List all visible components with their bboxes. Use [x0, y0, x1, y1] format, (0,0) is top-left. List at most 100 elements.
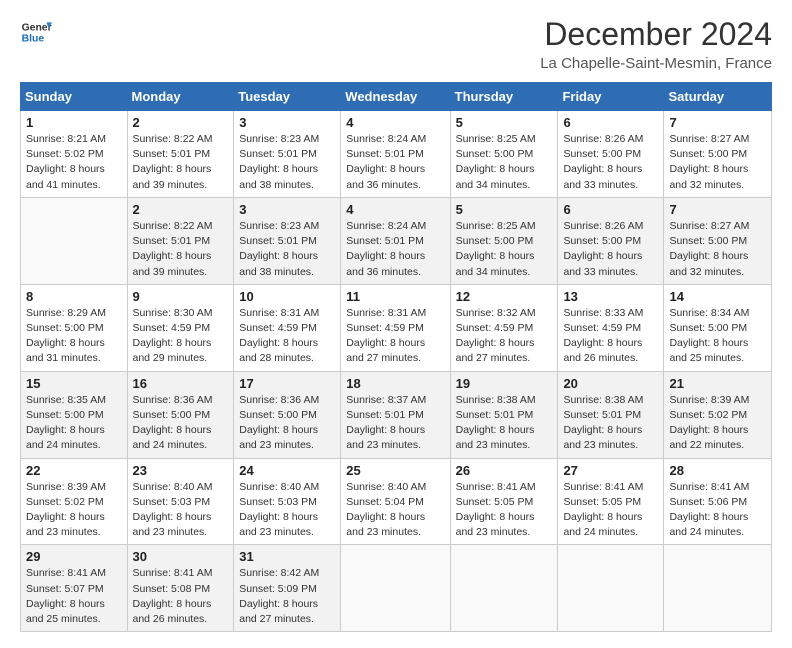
calendar-cell: 5 Sunrise: 8:25 AMSunset: 5:00 PMDayligh… — [450, 111, 558, 198]
calendar-cell — [450, 545, 558, 632]
day-info: Sunrise: 8:36 AMSunset: 5:00 PMDaylight:… — [239, 393, 335, 454]
day-number: 1 — [26, 115, 122, 130]
day-info: Sunrise: 8:22 AMSunset: 5:01 PMDaylight:… — [133, 219, 229, 280]
calendar-cell: 31 Sunrise: 8:42 AMSunset: 5:09 PMDaylig… — [234, 545, 341, 632]
calendar-cell: 13 Sunrise: 8:33 AMSunset: 4:59 PMDaylig… — [558, 284, 664, 371]
calendar-cell: 29 Sunrise: 8:41 AMSunset: 5:07 PMDaylig… — [21, 545, 128, 632]
day-info: Sunrise: 8:23 AMSunset: 5:01 PMDaylight:… — [239, 219, 335, 280]
day-number: 18 — [346, 376, 444, 391]
calendar-cell — [341, 545, 450, 632]
day-info: Sunrise: 8:41 AMSunset: 5:07 PMDaylight:… — [26, 566, 122, 627]
day-info: Sunrise: 8:35 AMSunset: 5:00 PMDaylight:… — [26, 393, 122, 454]
day-number: 12 — [456, 289, 553, 304]
day-info: Sunrise: 8:30 AMSunset: 4:59 PMDaylight:… — [133, 306, 229, 367]
day-info: Sunrise: 8:41 AMSunset: 5:06 PMDaylight:… — [669, 480, 766, 541]
calendar-cell — [558, 545, 664, 632]
calendar-cell: 3 Sunrise: 8:23 AMSunset: 5:01 PMDayligh… — [234, 111, 341, 198]
calendar-cell: 1 Sunrise: 8:21 AMSunset: 5:02 PMDayligh… — [21, 111, 128, 198]
day-info: Sunrise: 8:26 AMSunset: 5:00 PMDaylight:… — [563, 219, 658, 280]
day-number: 11 — [346, 289, 444, 304]
calendar-cell: 14 Sunrise: 8:34 AMSunset: 5:00 PMDaylig… — [664, 284, 772, 371]
logo: General Blue — [20, 16, 52, 48]
day-info: Sunrise: 8:27 AMSunset: 5:00 PMDaylight:… — [669, 219, 766, 280]
calendar-cell: 30 Sunrise: 8:41 AMSunset: 5:08 PMDaylig… — [127, 545, 234, 632]
calendar-cell: 20 Sunrise: 8:38 AMSunset: 5:01 PMDaylig… — [558, 371, 664, 458]
day-number: 7 — [669, 202, 766, 217]
title-block: December 2024 La Chapelle-Saint-Mesmin, … — [540, 16, 772, 72]
calendar-cell: 22 Sunrise: 8:39 AMSunset: 5:02 PMDaylig… — [21, 458, 128, 545]
header-sunday: Sunday — [21, 83, 128, 111]
day-info: Sunrise: 8:37 AMSunset: 5:01 PMDaylight:… — [346, 393, 444, 454]
day-info: Sunrise: 8:27 AMSunset: 5:00 PMDaylight:… — [669, 132, 766, 193]
weekday-header-row: Sunday Monday Tuesday Wednesday Thursday… — [21, 83, 772, 111]
calendar-cell: 19 Sunrise: 8:38 AMSunset: 5:01 PMDaylig… — [450, 371, 558, 458]
calendar-week-row: 22 Sunrise: 8:39 AMSunset: 5:02 PMDaylig… — [21, 458, 772, 545]
day-number: 21 — [669, 376, 766, 391]
day-number: 31 — [239, 549, 335, 564]
header-friday: Friday — [558, 83, 664, 111]
calendar-cell: 26 Sunrise: 8:41 AMSunset: 5:05 PMDaylig… — [450, 458, 558, 545]
day-number: 28 — [669, 463, 766, 478]
calendar-cell: 16 Sunrise: 8:36 AMSunset: 5:00 PMDaylig… — [127, 371, 234, 458]
calendar-cell: 15 Sunrise: 8:35 AMSunset: 5:00 PMDaylig… — [21, 371, 128, 458]
calendar-week-row: 15 Sunrise: 8:35 AMSunset: 5:00 PMDaylig… — [21, 371, 772, 458]
day-info: Sunrise: 8:36 AMSunset: 5:00 PMDaylight:… — [133, 393, 229, 454]
day-info: Sunrise: 8:39 AMSunset: 5:02 PMDaylight:… — [669, 393, 766, 454]
day-number: 27 — [563, 463, 658, 478]
calendar-cell: 9 Sunrise: 8:30 AMSunset: 4:59 PMDayligh… — [127, 284, 234, 371]
day-info: Sunrise: 8:33 AMSunset: 4:59 PMDaylight:… — [563, 306, 658, 367]
day-number: 3 — [239, 202, 335, 217]
calendar-cell: 4 Sunrise: 8:24 AMSunset: 5:01 PMDayligh… — [341, 197, 450, 284]
logo-icon: General Blue — [20, 16, 52, 48]
day-number: 22 — [26, 463, 122, 478]
day-number: 2 — [133, 115, 229, 130]
calendar-cell: 18 Sunrise: 8:37 AMSunset: 5:01 PMDaylig… — [341, 371, 450, 458]
day-info: Sunrise: 8:24 AMSunset: 5:01 PMDaylight:… — [346, 132, 444, 193]
day-info: Sunrise: 8:40 AMSunset: 5:03 PMDaylight:… — [133, 480, 229, 541]
calendar-cell: 7 Sunrise: 8:27 AMSunset: 5:00 PMDayligh… — [664, 111, 772, 198]
day-info: Sunrise: 8:41 AMSunset: 5:05 PMDaylight:… — [456, 480, 553, 541]
calendar-cell: 6 Sunrise: 8:26 AMSunset: 5:00 PMDayligh… — [558, 197, 664, 284]
day-info: Sunrise: 8:23 AMSunset: 5:01 PMDaylight:… — [239, 132, 335, 193]
day-info: Sunrise: 8:40 AMSunset: 5:04 PMDaylight:… — [346, 480, 444, 541]
day-number: 20 — [563, 376, 658, 391]
day-info: Sunrise: 8:25 AMSunset: 5:00 PMDaylight:… — [456, 132, 553, 193]
header-wednesday: Wednesday — [341, 83, 450, 111]
day-info: Sunrise: 8:22 AMSunset: 5:01 PMDaylight:… — [133, 132, 229, 193]
month-title: December 2024 — [540, 16, 772, 53]
calendar-cell: 21 Sunrise: 8:39 AMSunset: 5:02 PMDaylig… — [664, 371, 772, 458]
day-info: Sunrise: 8:41 AMSunset: 5:08 PMDaylight:… — [133, 566, 229, 627]
day-info: Sunrise: 8:25 AMSunset: 5:00 PMDaylight:… — [456, 219, 553, 280]
location: La Chapelle-Saint-Mesmin, France — [540, 55, 772, 72]
day-number: 6 — [563, 115, 658, 130]
day-number: 4 — [346, 202, 444, 217]
calendar-cell: 27 Sunrise: 8:41 AMSunset: 5:05 PMDaylig… — [558, 458, 664, 545]
day-number: 30 — [133, 549, 229, 564]
day-info: Sunrise: 8:31 AMSunset: 4:59 PMDaylight:… — [239, 306, 335, 367]
day-number: 8 — [26, 289, 122, 304]
day-number: 9 — [133, 289, 229, 304]
header-monday: Monday — [127, 83, 234, 111]
calendar-cell: 24 Sunrise: 8:40 AMSunset: 5:03 PMDaylig… — [234, 458, 341, 545]
day-number: 6 — [563, 202, 658, 217]
calendar-cell: 11 Sunrise: 8:31 AMSunset: 4:59 PMDaylig… — [341, 284, 450, 371]
calendar-cell: 7 Sunrise: 8:27 AMSunset: 5:00 PMDayligh… — [664, 197, 772, 284]
calendar-week-row: 1 Sunrise: 8:21 AMSunset: 5:02 PMDayligh… — [21, 111, 772, 198]
header-thursday: Thursday — [450, 83, 558, 111]
calendar-cell: 12 Sunrise: 8:32 AMSunset: 4:59 PMDaylig… — [450, 284, 558, 371]
day-number: 26 — [456, 463, 553, 478]
day-info: Sunrise: 8:21 AMSunset: 5:02 PMDaylight:… — [26, 132, 122, 193]
day-info: Sunrise: 8:38 AMSunset: 5:01 PMDaylight:… — [456, 393, 553, 454]
calendar-cell: 2 Sunrise: 8:22 AMSunset: 5:01 PMDayligh… — [127, 197, 234, 284]
header-saturday: Saturday — [664, 83, 772, 111]
day-number: 15 — [26, 376, 122, 391]
calendar-cell: 5 Sunrise: 8:25 AMSunset: 5:00 PMDayligh… — [450, 197, 558, 284]
day-info: Sunrise: 8:34 AMSunset: 5:00 PMDaylight:… — [669, 306, 766, 367]
svg-text:Blue: Blue — [22, 34, 45, 45]
calendar-week-row: 2 Sunrise: 8:22 AMSunset: 5:01 PMDayligh… — [21, 197, 772, 284]
day-info: Sunrise: 8:41 AMSunset: 5:05 PMDaylight:… — [563, 480, 658, 541]
day-info: Sunrise: 8:40 AMSunset: 5:03 PMDaylight:… — [239, 480, 335, 541]
day-number: 29 — [26, 549, 122, 564]
day-info: Sunrise: 8:24 AMSunset: 5:01 PMDaylight:… — [346, 219, 444, 280]
day-number: 23 — [133, 463, 229, 478]
